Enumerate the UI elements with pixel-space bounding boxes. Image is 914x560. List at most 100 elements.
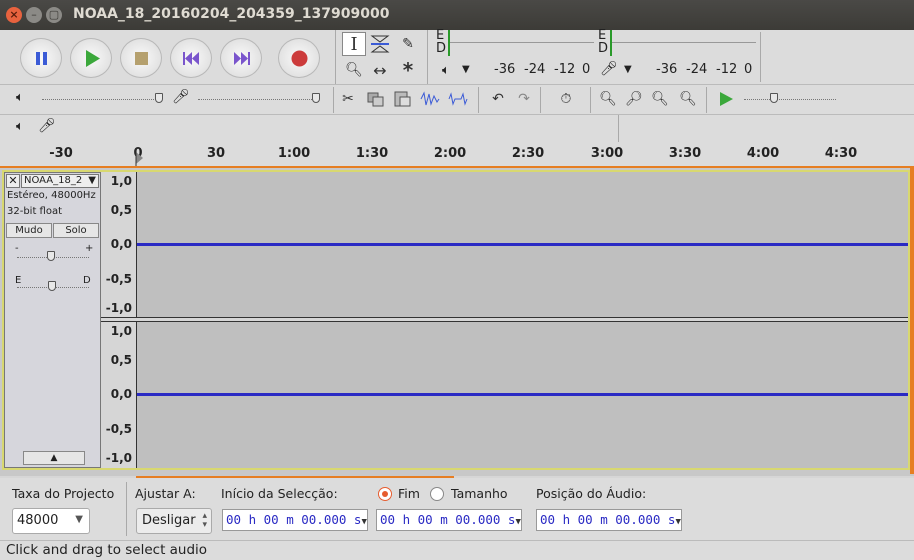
playback-volume-slider[interactable]	[42, 99, 162, 100]
undo-icon: ↶	[492, 91, 504, 107]
meter-tick: 0	[582, 62, 591, 77]
selection-start-label: Início da Selecção:	[221, 486, 338, 501]
pan-slider-thumb[interactable]	[48, 281, 56, 291]
toolbar-divider	[126, 482, 127, 536]
playback-meter[interactable]	[610, 30, 756, 56]
record-meter[interactable]	[448, 30, 594, 56]
chevron-down-icon: ▼	[75, 514, 83, 525]
length-radio[interactable]	[430, 487, 444, 501]
mute-button[interactable]: Mudo	[6, 223, 52, 238]
stop-icon	[135, 52, 148, 65]
audio-position-time[interactable]: 00 h 00 m 00.000 s▼	[536, 509, 682, 531]
end-radio[interactable]	[378, 487, 392, 501]
fit-selection-icon: 🔍︎	[651, 91, 669, 107]
sync-lock-button[interactable]: ⏱	[554, 87, 578, 111]
playback-volume-thumb[interactable]	[155, 93, 163, 103]
trim-button[interactable]	[418, 87, 442, 111]
toolbar-divider	[706, 87, 707, 113]
close-window-button[interactable]: ×	[6, 7, 22, 23]
undo-button[interactable]: ↶	[486, 87, 510, 111]
maximize-window-button[interactable]: ▢	[46, 7, 62, 23]
audio-position-label: Posição do Áudio:	[536, 486, 647, 501]
record-meter-menu[interactable]: ▼	[624, 64, 632, 75]
minimize-window-button[interactable]: –	[26, 7, 42, 23]
zoom-out-icon: 🔎︎	[625, 91, 643, 107]
tools-toolbar: I ✎ 🔍︎ ↔ *	[338, 30, 428, 84]
gain-slider-thumb[interactable]	[47, 251, 55, 261]
cut-button[interactable]: ✂	[336, 87, 360, 111]
pause-button[interactable]	[20, 38, 62, 78]
ruler-label: 1:00	[277, 146, 311, 161]
zoom-in-button[interactable]: 🔍︎	[596, 87, 620, 111]
ruler-label: -30	[49, 146, 73, 161]
asterisk-icon: *	[402, 58, 414, 82]
toolbar-divider	[760, 32, 761, 82]
meter-tick: -36	[656, 62, 678, 77]
waveform-right-channel[interactable]	[137, 322, 908, 468]
scale-label: 0,0	[110, 237, 132, 251]
status-text: Click and drag to select audio	[6, 542, 208, 558]
title-bar: × – ▢ NOAA_18_20160204_204359_137909000	[0, 0, 914, 30]
toolbar-divider	[333, 87, 334, 113]
zoom-out-button[interactable]: 🔎︎	[622, 87, 646, 111]
zoom-in-icon: 🔍︎	[599, 91, 617, 107]
envelope-tool[interactable]	[368, 32, 392, 56]
silence-button[interactable]	[446, 87, 470, 111]
stop-button[interactable]	[120, 38, 162, 78]
track-control-panel: ✕ NOAA_18_2 ▼ Estéreo, 48000Hz 32-bit fl…	[4, 172, 101, 468]
paste-button[interactable]	[390, 87, 414, 111]
record-volume-icon: 🎤︎	[172, 89, 190, 105]
zoom-tool[interactable]: 🔍︎	[342, 58, 366, 82]
fit-project-button[interactable]: 🔍︎	[676, 87, 700, 111]
status-bar: Click and drag to select audio	[0, 540, 914, 560]
pencil-icon: ✎	[402, 36, 414, 52]
play-at-speed-button[interactable]	[714, 87, 738, 111]
time-shift-tool[interactable]: ↔	[368, 58, 392, 82]
chevron-down-icon: ▼	[88, 175, 96, 186]
track-menu-button[interactable]: NOAA_18_2 ▼	[21, 174, 99, 188]
project-rate-combo[interactable]: 48000 ▼	[12, 508, 90, 534]
silence-audio-icon	[448, 92, 468, 106]
skip-to-end-button[interactable]	[220, 38, 262, 78]
device-row: 🔈︎ 🎤︎	[0, 114, 914, 143]
playhead-icon[interactable]	[132, 148, 146, 168]
magnifier-icon: 🔍︎	[345, 62, 363, 78]
record-button[interactable]	[278, 38, 320, 78]
toolbar-divider	[540, 87, 541, 113]
end-label: Fim	[398, 486, 420, 501]
fit-selection-button[interactable]: 🔍︎	[648, 87, 672, 111]
meter-toolbar: E D E D 🔈︎ ▼ -36 -24 -12 0 🎤︎ ▼ -36 -24 …	[432, 28, 762, 84]
playback-meter-menu[interactable]: ▼	[462, 64, 470, 75]
track-close-button[interactable]: ✕	[6, 174, 20, 188]
play-speed-slider[interactable]	[744, 99, 836, 100]
copy-button[interactable]	[364, 87, 388, 111]
waveform-left-channel[interactable]	[137, 172, 908, 317]
selection-tool[interactable]: I	[342, 32, 366, 56]
edit-row: 🔈︎ 🎤︎ ✂ ↶ ↷ ⏱ 🔍︎ 🔎︎ 🔍︎ 🔍︎	[0, 84, 914, 114]
ruler-label: 2:30	[511, 146, 545, 161]
scale-label: -0,5	[105, 422, 132, 436]
scale-label: 1,0	[110, 324, 132, 338]
paste-icon	[394, 91, 411, 107]
toolbar-divider	[590, 87, 591, 113]
record-volume-slider[interactable]	[198, 99, 318, 100]
close-icon: ✕	[8, 174, 18, 187]
multi-tool[interactable]: *	[396, 58, 420, 82]
timeline-ruler[interactable]: -30 0 30 1:00 1:30 2:00 2:30 3:00 3:30 4…	[0, 142, 914, 168]
gain-minus-label: -	[15, 243, 19, 254]
redo-icon: ↷	[518, 91, 530, 107]
snap-to-select[interactable]: Desligar ▴ ▾	[136, 508, 212, 534]
solo-button[interactable]: Solo	[53, 223, 99, 238]
selection-toolbar: Taxa do Projecto 48000 ▼ Ajustar A: Desl…	[0, 478, 914, 540]
selection-start-time[interactable]: 00 h 00 m 00.000 s▼	[222, 509, 368, 531]
play-button[interactable]	[70, 38, 112, 78]
selection-end-time[interactable]: 00 h 00 m 00.000 s▼	[376, 509, 522, 531]
redo-button[interactable]: ↷	[512, 87, 536, 111]
collapse-track-button[interactable]: ▲	[23, 451, 85, 465]
draw-tool[interactable]: ✎	[396, 32, 420, 56]
skip-to-start-button[interactable]	[170, 38, 212, 78]
record-volume-thumb[interactable]	[312, 93, 320, 103]
play-speed-thumb[interactable]	[770, 93, 778, 103]
record-icon	[291, 50, 308, 67]
audio-host-speaker-icon: 🔈︎	[16, 119, 24, 134]
